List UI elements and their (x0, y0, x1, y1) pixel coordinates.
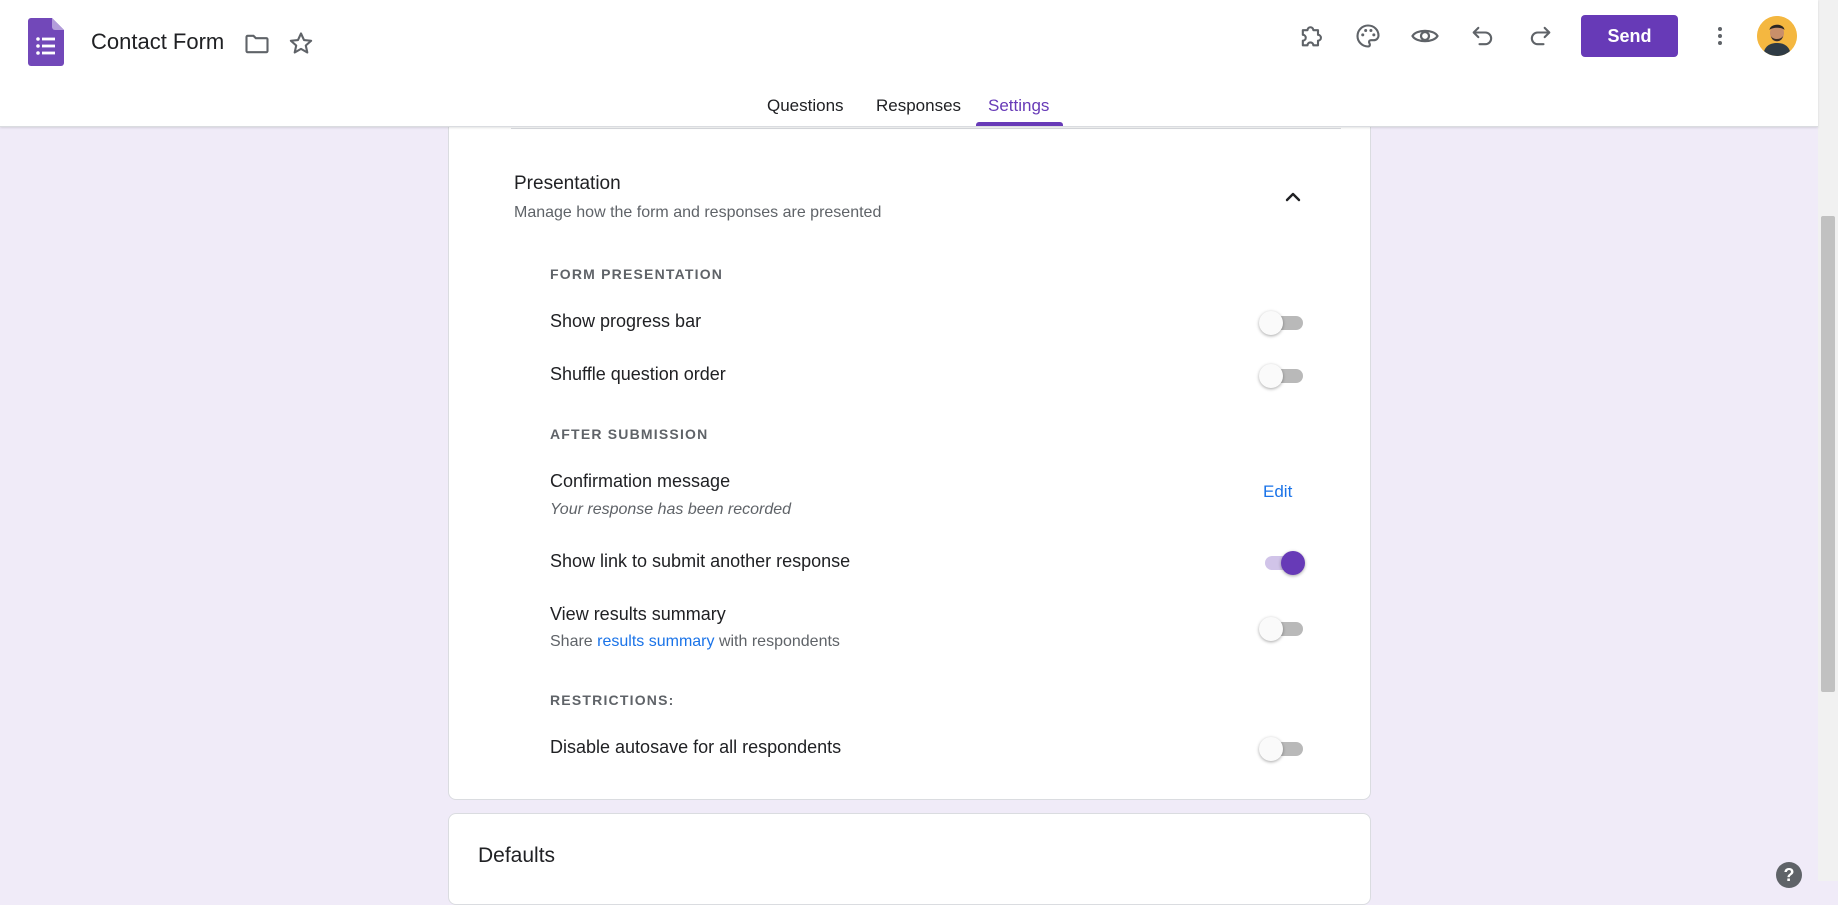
toggle-thumb (1259, 737, 1283, 761)
toggle-thumb (1259, 617, 1283, 641)
active-tab-indicator (976, 122, 1063, 126)
setting-label: Show progress bar (550, 311, 702, 331)
confirmation-message-value: Your response has been recorded (550, 501, 792, 518)
send-button[interactable]: Send (1581, 15, 1678, 57)
section-divider (511, 128, 1341, 129)
scrollbar-thumb[interactable] (1821, 216, 1835, 692)
disable-autosave-toggle[interactable] (1259, 735, 1305, 761)
top-app-bar: Contact Form Send Questions Responses Se… (0, 0, 1818, 127)
redo-icon[interactable] (1523, 19, 1557, 53)
group-label-form-presentation: FORM PRESENTATION (550, 266, 724, 282)
show-progress-bar-toggle[interactable] (1259, 309, 1305, 335)
tab-questions[interactable]: Questions (767, 96, 844, 116)
setting-label: Shuffle question order (550, 364, 726, 384)
toggle-thumb (1281, 551, 1305, 575)
undo-icon[interactable] (1466, 19, 1500, 53)
addons-icon[interactable] (1294, 19, 1328, 53)
setting-label: Show link to submit another response (550, 551, 851, 571)
chevron-up-icon[interactable] (1281, 185, 1305, 209)
setting-label: Disable autosave for all respondents (550, 737, 842, 757)
results-summary-link[interactable]: results summary (597, 633, 714, 650)
preview-eye-icon[interactable] (1408, 19, 1442, 53)
form-title[interactable]: Contact Form (91, 29, 224, 55)
tab-bar: Questions Responses Settings (0, 92, 1818, 126)
help-button[interactable]: ? (1776, 862, 1802, 888)
group-label-restrictions: RESTRICTIONS: (550, 692, 675, 708)
show-link-another-response-toggle[interactable] (1259, 549, 1305, 575)
page-scrollbar[interactable] (1818, 0, 1838, 881)
setting-label: Confirmation message (550, 471, 731, 491)
folder-icon[interactable] (243, 30, 271, 58)
star-icon[interactable] (287, 30, 315, 58)
section-title: Presentation (514, 173, 621, 194)
more-vert-icon[interactable] (1703, 19, 1737, 53)
shuffle-question-order-toggle[interactable] (1259, 362, 1305, 388)
section-subtitle: Manage how the form and responses are pr… (514, 204, 882, 221)
edit-confirmation-link[interactable]: Edit (1263, 482, 1292, 502)
presentation-card: Presentation Manage how the form and res… (448, 100, 1371, 800)
sub-text-prefix: Share (550, 633, 598, 650)
group-label-after-submission: AFTER SUBMISSION (550, 426, 709, 442)
defaults-title[interactable]: Defaults (478, 844, 555, 868)
setting-label: View results summary (550, 604, 726, 624)
view-results-summary-toggle[interactable] (1259, 615, 1305, 641)
tab-settings[interactable]: Settings (988, 96, 1049, 116)
avatar[interactable] (1757, 16, 1797, 56)
toggle-thumb (1259, 311, 1283, 335)
palette-icon[interactable] (1351, 19, 1385, 53)
sub-text-suffix: with respondents (714, 633, 840, 650)
toggle-thumb (1259, 364, 1283, 388)
forms-logo-icon[interactable] (28, 18, 64, 66)
view-results-summary-sub: Share results summary with respondents (550, 633, 840, 651)
tab-responses[interactable]: Responses (876, 96, 961, 116)
defaults-card: Defaults (448, 813, 1371, 905)
